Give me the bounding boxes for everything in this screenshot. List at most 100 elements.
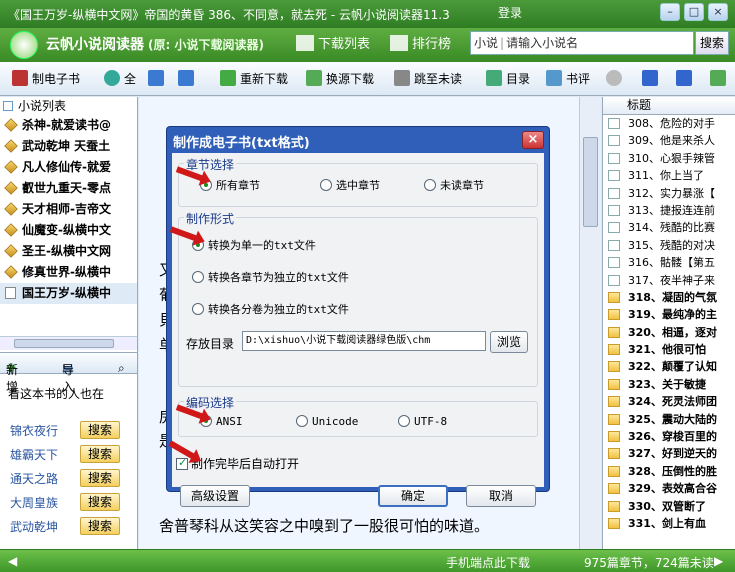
book-item[interactable]: 圣王-纵横中文网 (0, 241, 137, 262)
chapter-row[interactable]: 325、震动大陆的 (603, 411, 735, 428)
radio-label: 所有章节 (216, 179, 260, 192)
chapter-row[interactable]: 315、残酷的对决 (603, 237, 735, 254)
radio-dot (398, 415, 410, 427)
book-item[interactable]: 天才相师-吉帝文 (0, 199, 137, 220)
chapter-row[interactable]: 311、你上当了 (603, 167, 735, 184)
ranking-icon (390, 35, 408, 51)
scrollbar-thumb[interactable] (14, 339, 114, 348)
recommend-search-button[interactable]: 搜索 (80, 421, 120, 439)
login-link[interactable]: 登录 (498, 4, 522, 21)
chapter-row[interactable]: 329、表效高合谷 (603, 480, 735, 497)
chapter-row[interactable]: 323、关于敏捷 (603, 376, 735, 393)
chapter-row[interactable]: 326、穿梭百里的 (603, 428, 735, 445)
app-name: 云帆小说阅读器 (46, 37, 144, 53)
forward-button[interactable] (178, 70, 198, 86)
pen-icon (642, 70, 658, 86)
ranking-label: 排行榜 (412, 37, 452, 52)
book-item[interactable]: 仙魔变-纵横中文 (0, 220, 137, 241)
chapter-row[interactable]: 314、残酷的比赛 (603, 219, 735, 236)
radio-selected-chapters[interactable]: 选中章节 (320, 177, 380, 193)
chapter-row[interactable]: 321、他很可怕 (603, 341, 735, 358)
dir-input[interactable]: D:\xishuo\小说下载阅读器绿色版\chm (242, 331, 486, 351)
chapter-row[interactable]: 328、压倒性的胜 (603, 463, 735, 480)
cancel-button[interactable]: 取消 (466, 485, 536, 507)
book-title: 杀神-就爱读书@ (22, 118, 111, 132)
review-button[interactable]: 书评 (546, 70, 590, 87)
left-arrow-icon[interactable]: ◀ (8, 554, 17, 568)
close-button[interactable]: × (708, 3, 728, 21)
maximize-button[interactable]: □ (684, 3, 704, 21)
ranking-button[interactable]: 排行榜 (390, 33, 451, 52)
bookmark-button[interactable] (676, 70, 696, 86)
chapter-row[interactable]: 313、捷报连连前 (603, 202, 735, 219)
radio-dot (192, 271, 204, 283)
radio-utf8[interactable]: UTF-8 (398, 415, 447, 428)
radio-per-chapter-txt[interactable]: 转换各章节为独立的txt文件 (192, 269, 349, 285)
mobile-download-link[interactable]: 手机端点此下载 (446, 554, 530, 571)
bookmark-add-button[interactable] (642, 70, 662, 86)
book-icon (4, 265, 18, 279)
content-scrollbar[interactable] (579, 97, 601, 549)
book-item-selected[interactable]: 国王万岁-纵横中 (0, 283, 137, 304)
chapter-row[interactable]: 322、颠覆了认知 (603, 358, 735, 375)
chapter-row[interactable]: 312、实力暴涨【 (603, 185, 735, 202)
radio-label: ANSI (216, 415, 243, 428)
search-input[interactable]: 小说 | 请输入小说名 (470, 31, 694, 55)
chapter-row[interactable]: 318、凝固的气氛 (603, 289, 735, 306)
recommend-search-button[interactable]: 搜索 (80, 445, 120, 463)
book-item[interactable]: 武动乾坤 天蚕土 (0, 136, 137, 157)
recommend-name[interactable]: 通天之路 (10, 470, 58, 487)
advanced-settings-button[interactable]: 高级设置 (180, 485, 250, 507)
chapter-title: 312、实力暴涨【 (628, 186, 715, 200)
radio-single-txt[interactable]: 转换为单一的txt文件 (192, 237, 316, 253)
chapter-row[interactable]: 317、夜半神子来 (603, 272, 735, 289)
recommend-name[interactable]: 武动乾坤 (10, 518, 58, 535)
chapter-row[interactable]: 316、骷髅【第五 (603, 254, 735, 271)
minimize-button[interactable]: – (660, 3, 680, 21)
chapter-row[interactable]: 330、双管断了 (603, 498, 735, 515)
arrow-right-icon (178, 70, 194, 86)
title-bar: 《国王万岁-纵横中文网》帝国的黄昏 386、不同意，就去死 - 云帆小说阅读器1… (0, 0, 735, 28)
book-item[interactable]: 修真世界-纵横中 (0, 262, 137, 283)
chapter-row[interactable]: 310、心狠手辣管 (603, 150, 735, 167)
radio-unicode[interactable]: Unicode (296, 415, 358, 428)
chapter-row[interactable]: 320、相逼，逐对 (603, 324, 735, 341)
recommend-name[interactable]: 大周皇族 (10, 494, 58, 511)
make-ebook-button[interactable]: 制电子书 (12, 70, 80, 87)
recommend-search-button[interactable]: 搜索 (80, 517, 120, 535)
chapter-row[interactable]: 331、剑上有血 (603, 515, 735, 532)
jump-unread-button[interactable]: 跳至未读 (394, 70, 462, 87)
find-button[interactable] (606, 70, 626, 86)
browse-button[interactable]: 浏览 (490, 331, 528, 353)
recommend-name[interactable]: 雄霸天下 (10, 446, 58, 463)
book-item[interactable]: 杀神-就爱读书@ (0, 115, 137, 136)
chapter-row[interactable]: 327、好到逆天的 (603, 445, 735, 462)
chapter-row[interactable]: 308、危险的对手 (603, 115, 735, 132)
dialog-close-button[interactable]: × (522, 131, 544, 149)
speak-button[interactable] (710, 70, 730, 86)
redownload-button[interactable]: 重新下载 (220, 70, 288, 87)
recommend-search-button[interactable]: 搜索 (80, 469, 120, 487)
page-icon (608, 274, 620, 286)
all-button[interactable]: 全 (104, 70, 136, 87)
book-item[interactable]: 叡世九重天-零点 (0, 178, 137, 199)
recommend-name[interactable]: 锦衣夜行 (10, 422, 58, 439)
search-category[interactable]: 小说 (474, 36, 498, 50)
horizontal-scrollbar[interactable] (0, 336, 137, 350)
book-item[interactable]: 凡人修仙传-就爱 (0, 157, 137, 178)
radio-unread-chapters[interactable]: 未读章节 (424, 177, 484, 193)
radio-dot (296, 415, 308, 427)
recommend-search-button[interactable]: 搜索 (80, 493, 120, 511)
chapter-row[interactable]: 309、他是来杀人 (603, 132, 735, 149)
ok-button[interactable]: 确定 (378, 485, 448, 507)
chapter-row[interactable]: 324、死灵法师团 (603, 393, 735, 410)
toc-button[interactable]: 目录 (486, 70, 530, 87)
scrollbar-thumb[interactable] (583, 137, 598, 227)
right-arrow-icon[interactable]: ▶ (714, 554, 723, 568)
chapter-row[interactable]: 319、最纯净的主 (603, 306, 735, 323)
back-button[interactable] (148, 70, 168, 86)
radio-per-volume-txt[interactable]: 转换各分卷为独立的txt文件 (192, 301, 349, 317)
switch-source-button[interactable]: 换源下载 (306, 70, 374, 87)
download-list-button[interactable]: 下载列表 (296, 33, 370, 52)
search-button[interactable]: 搜索 (695, 31, 729, 55)
